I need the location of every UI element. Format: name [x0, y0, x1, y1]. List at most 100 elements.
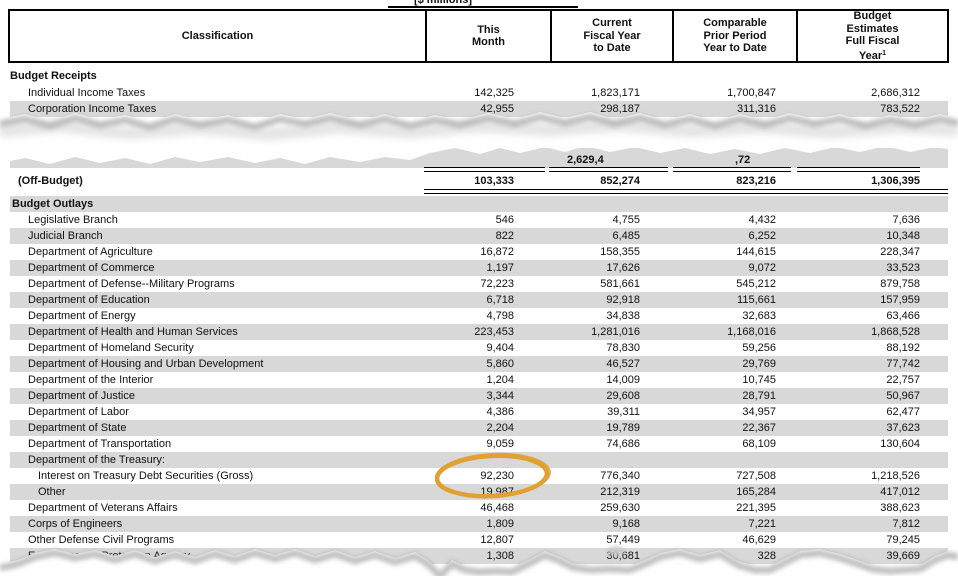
- value-cell: 1,168,016: [670, 326, 794, 338]
- value-cell: 39,311: [548, 406, 670, 418]
- value-cell: 19,789: [548, 422, 670, 434]
- value-cell: 1,868,528: [794, 326, 948, 338]
- value-cell: 9,059: [423, 438, 548, 450]
- row-label: Department of Agriculture: [10, 246, 423, 258]
- row-label: Department of the Treasury:: [10, 454, 423, 466]
- table-row: Legislative Branch5464,7554,4327,636: [10, 212, 948, 228]
- value-cell: 63,466: [794, 310, 948, 322]
- row-label: Individual Income Taxes: [10, 87, 423, 99]
- table-row: Department of the Interior1,20414,00910,…: [10, 372, 948, 388]
- value-cell: 581,661: [548, 278, 670, 290]
- value-cell: 6,485: [548, 230, 670, 242]
- monthly-treasury-statement-table: [$ millions] Classification This Month C…: [0, 0, 958, 576]
- table-row: Environmental Protection Agency1,30830,6…: [10, 548, 948, 564]
- table-row: Department of Labor4,38639,31134,95762,4…: [10, 404, 948, 420]
- caption-underline: [388, 6, 578, 8]
- table-row: Department of Justice3,34429,60828,79150…: [10, 388, 948, 404]
- value-cell: 158,355: [548, 246, 670, 258]
- row-label: Corps of Engineers: [10, 518, 423, 530]
- value-cell: 9,404: [423, 342, 548, 354]
- table-row: Department of Health and Human Services2…: [10, 324, 948, 340]
- value-cell: 417,012: [794, 486, 948, 498]
- value-cell: 10,348: [794, 230, 948, 242]
- section-label-budget-outlays: Budget Outlays: [10, 198, 948, 210]
- row-label: Corporation Income Taxes: [10, 103, 423, 115]
- value-cell: 29,769: [670, 358, 794, 370]
- value-cell: 328: [670, 550, 794, 562]
- value-cell: 33,523: [794, 262, 948, 274]
- value-cell: 34,838: [548, 310, 670, 322]
- value-cell: 776,340: [548, 470, 670, 482]
- value-cell: 42,955: [423, 103, 548, 115]
- row-label: (Off-Budget): [10, 175, 423, 187]
- value-cell: 7,636: [794, 214, 948, 226]
- row-label: Department of Veterans Affairs: [10, 502, 423, 514]
- value-cell: 39,669: [794, 550, 948, 562]
- table-row: Corporation Income Taxes42,955298,187311…: [10, 101, 948, 117]
- value-cell: 16,872: [423, 246, 548, 258]
- value-cell: 50,967: [794, 390, 948, 402]
- value-cell: 130,604: [794, 438, 948, 450]
- value-cell: 46,468: [423, 502, 548, 514]
- table-row: Department of the Treasury:: [10, 452, 948, 468]
- row-label: Department of Justice: [10, 390, 423, 402]
- row-label: Judicial Branch: [10, 230, 423, 242]
- column-header-current-fy: Current Fiscal Year to Date: [550, 11, 672, 61]
- value-cell: 22,757: [794, 374, 948, 386]
- value-cell: 77,742: [794, 358, 948, 370]
- column-header-this-month: This Month: [425, 11, 550, 61]
- value-cell: 17,626: [548, 262, 670, 274]
- value-cell: 228,347: [794, 246, 948, 258]
- table-row: Department of Defense--Military Programs…: [10, 276, 948, 292]
- value-cell: 57,449: [548, 534, 670, 546]
- value-cell: 223,453: [423, 326, 548, 338]
- value-cell: 46,527: [548, 358, 670, 370]
- row-label: Department of Housing and Urban Developm…: [10, 358, 423, 370]
- table-row: Department of Housing and Urban Developm…: [10, 356, 948, 372]
- value-cell: 1,823,171: [548, 87, 670, 99]
- value-cell: 9,072: [670, 262, 794, 274]
- value-cell: 68,109: [670, 438, 794, 450]
- value-cell: 727,508: [670, 470, 794, 482]
- table-row: Department of Homeland Security9,40478,8…: [10, 340, 948, 356]
- table-row: Department of Commerce1,19717,6269,07233…: [10, 260, 948, 276]
- value-cell: 7,812: [794, 518, 948, 530]
- value-cell: 29,608: [548, 390, 670, 402]
- column-header-budget-estimates: Budget Estimates Full Fiscal Year1: [796, 11, 947, 61]
- value-cell: 157,959: [794, 294, 948, 306]
- value-cell: 144,615: [670, 246, 794, 258]
- torn-edge-shadow-soft: [0, 125, 958, 134]
- table-row: Department of Energy4,79834,83832,68363,…: [10, 308, 948, 324]
- value-cell: 1,281,016: [548, 326, 670, 338]
- value-cell: 4,798: [423, 310, 548, 322]
- value-cell: 4,432: [670, 214, 794, 226]
- value-cell: 1,809: [423, 518, 548, 530]
- row-label: Department of Commerce: [10, 262, 423, 274]
- row-label: Legislative Branch: [10, 214, 423, 226]
- value-cell: 879,758: [794, 278, 948, 290]
- section-label-budget-receipts: Budget Receipts: [10, 70, 97, 82]
- value-cell: 6,252: [670, 230, 794, 242]
- value-cell: 115,661: [670, 294, 794, 306]
- table-row: Individual Income Taxes142,3251,823,1711…: [10, 85, 948, 101]
- table-row: Department of State2,20419,78922,36737,6…: [10, 420, 948, 436]
- column-header-text: This Month: [427, 24, 550, 49]
- value-cell: 30,681: [548, 550, 670, 562]
- value-cell: 822: [423, 230, 548, 242]
- row-label: Interest on Treasury Debt Securities (Gr…: [10, 470, 423, 482]
- highlighted-value-cell: 92,230: [423, 470, 548, 482]
- value-cell: 92,918: [548, 294, 670, 306]
- value-cell: 6,718: [423, 294, 548, 306]
- torn-number-fragment: ,72: [735, 154, 750, 166]
- value-cell: 28,791: [670, 390, 794, 402]
- value-cell: 34,957: [670, 406, 794, 418]
- table-row: Interest on Treasury Debt Securities (Gr…: [10, 468, 948, 484]
- value-cell: 62,477: [794, 406, 948, 418]
- torn-edge-shadow: [0, 117, 958, 127]
- row-label: Department of Health and Human Services: [10, 326, 423, 338]
- column-header-row: Classification This Month Current Fiscal…: [8, 9, 949, 63]
- budget-receipts-rows: Individual Income Taxes142,3251,823,1711…: [10, 85, 948, 117]
- value-cell: 32,683: [670, 310, 794, 322]
- value-cell: 4,386: [423, 406, 548, 418]
- row-label: Department of Energy: [10, 310, 423, 322]
